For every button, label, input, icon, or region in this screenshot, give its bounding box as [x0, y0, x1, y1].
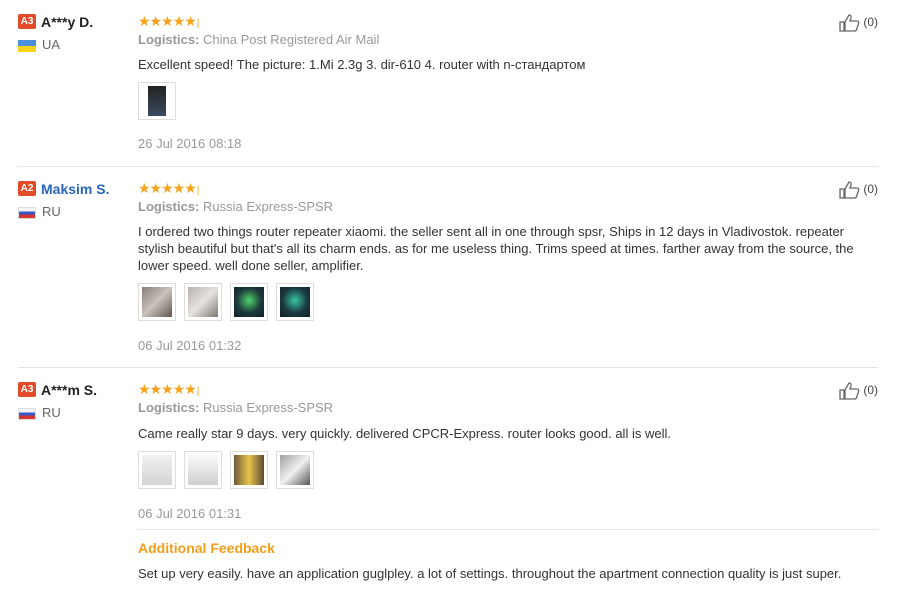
thumbs-up-icon: [839, 14, 860, 32]
review-photo-thumbnail[interactable]: [230, 451, 268, 489]
logistics-value: China Post Registered Air Mail: [203, 32, 380, 47]
logistics-label: Logistics:: [138, 400, 200, 415]
reviewer-country: RU: [18, 405, 61, 420]
country-code: RU: [42, 405, 61, 420]
logistics-value: Russia Express-SPSR: [203, 199, 334, 214]
flag-ua-icon: [18, 39, 36, 52]
logistics-label: Logistics:: [138, 32, 200, 47]
review-photo-thumbnail[interactable]: [184, 451, 222, 489]
helpful-count: (0): [863, 383, 878, 398]
reviewer-name[interactable]: Maksim S.: [41, 181, 109, 197]
helpful-button[interactable]: (0): [839, 14, 878, 32]
flag-ru-icon: [18, 407, 36, 420]
helpful-count: (0): [863, 15, 878, 30]
additional-feedback-title: Additional Feedback: [138, 540, 275, 556]
reviewer-country: UA: [18, 37, 60, 52]
buyer-level-badge: A3: [18, 382, 36, 398]
additional-feedback-text: Set up very easily. have an application …: [138, 566, 842, 581]
logistics-label: Logistics:: [138, 199, 200, 214]
helpful-button[interactable]: (0): [839, 181, 878, 199]
helpful-count: (0): [863, 182, 878, 197]
review-photo-thumbnail[interactable]: [230, 283, 268, 321]
thumbs-up-icon: [839, 382, 860, 400]
review-photo-thumbnail[interactable]: [138, 82, 176, 120]
logistics-info: Logistics: China Post Registered Air Mai…: [138, 32, 379, 47]
review-divider: [18, 166, 878, 167]
review-date: 26 Jul 2016 08:18: [138, 136, 242, 151]
reviewer-name: A***m S.: [41, 381, 98, 398]
review-photo-thumbnail[interactable]: [276, 283, 314, 321]
flag-ru-icon: [18, 206, 36, 219]
additional-feedback-divider: [138, 529, 878, 530]
country-code: UA: [42, 37, 61, 52]
buyer-level-badge: A2: [18, 181, 36, 197]
review-text: Excellent speed! The picture: 1.Mi 2.3g …: [138, 57, 586, 72]
review-photo-thumbnail[interactable]: [138, 451, 176, 489]
reviewer-info: A3 A***m S. RU: [18, 381, 98, 420]
review-text: I ordered two things router repeater xia…: [138, 224, 854, 273]
rating-stars: ★★★★★|: [138, 180, 199, 196]
reviewer-name: A***y D.: [41, 13, 94, 30]
review-divider: [18, 367, 878, 368]
review-photo-thumbnail[interactable]: [138, 283, 176, 321]
rating-stars: ★★★★★|: [138, 381, 199, 397]
review-date: 06 Jul 2016 01:31: [138, 506, 242, 521]
thumbs-up-icon: [839, 181, 860, 199]
logistics-info: Logistics: Russia Express-SPSR: [138, 199, 333, 214]
country-code: RU: [42, 204, 61, 219]
review-photo-thumbnail[interactable]: [276, 451, 314, 489]
buyer-level-badge: A3: [18, 14, 36, 30]
review-text: Came really star 9 days. very quickly. d…: [138, 426, 671, 441]
logistics-info: Logistics: Russia Express-SPSR: [138, 400, 333, 415]
review-photo-thumbnail[interactable]: [184, 283, 222, 321]
review-date: 06 Jul 2016 01:32: [138, 338, 242, 353]
reviewer-info: A2 Maksim S. RU: [18, 180, 109, 219]
reviewer-country: RU: [18, 204, 61, 219]
logistics-value: Russia Express-SPSR: [203, 400, 334, 415]
reviewer-info: A3 A***y D. UA: [18, 13, 94, 52]
rating-stars: ★★★★★|: [138, 13, 199, 29]
helpful-button[interactable]: (0): [839, 382, 878, 400]
